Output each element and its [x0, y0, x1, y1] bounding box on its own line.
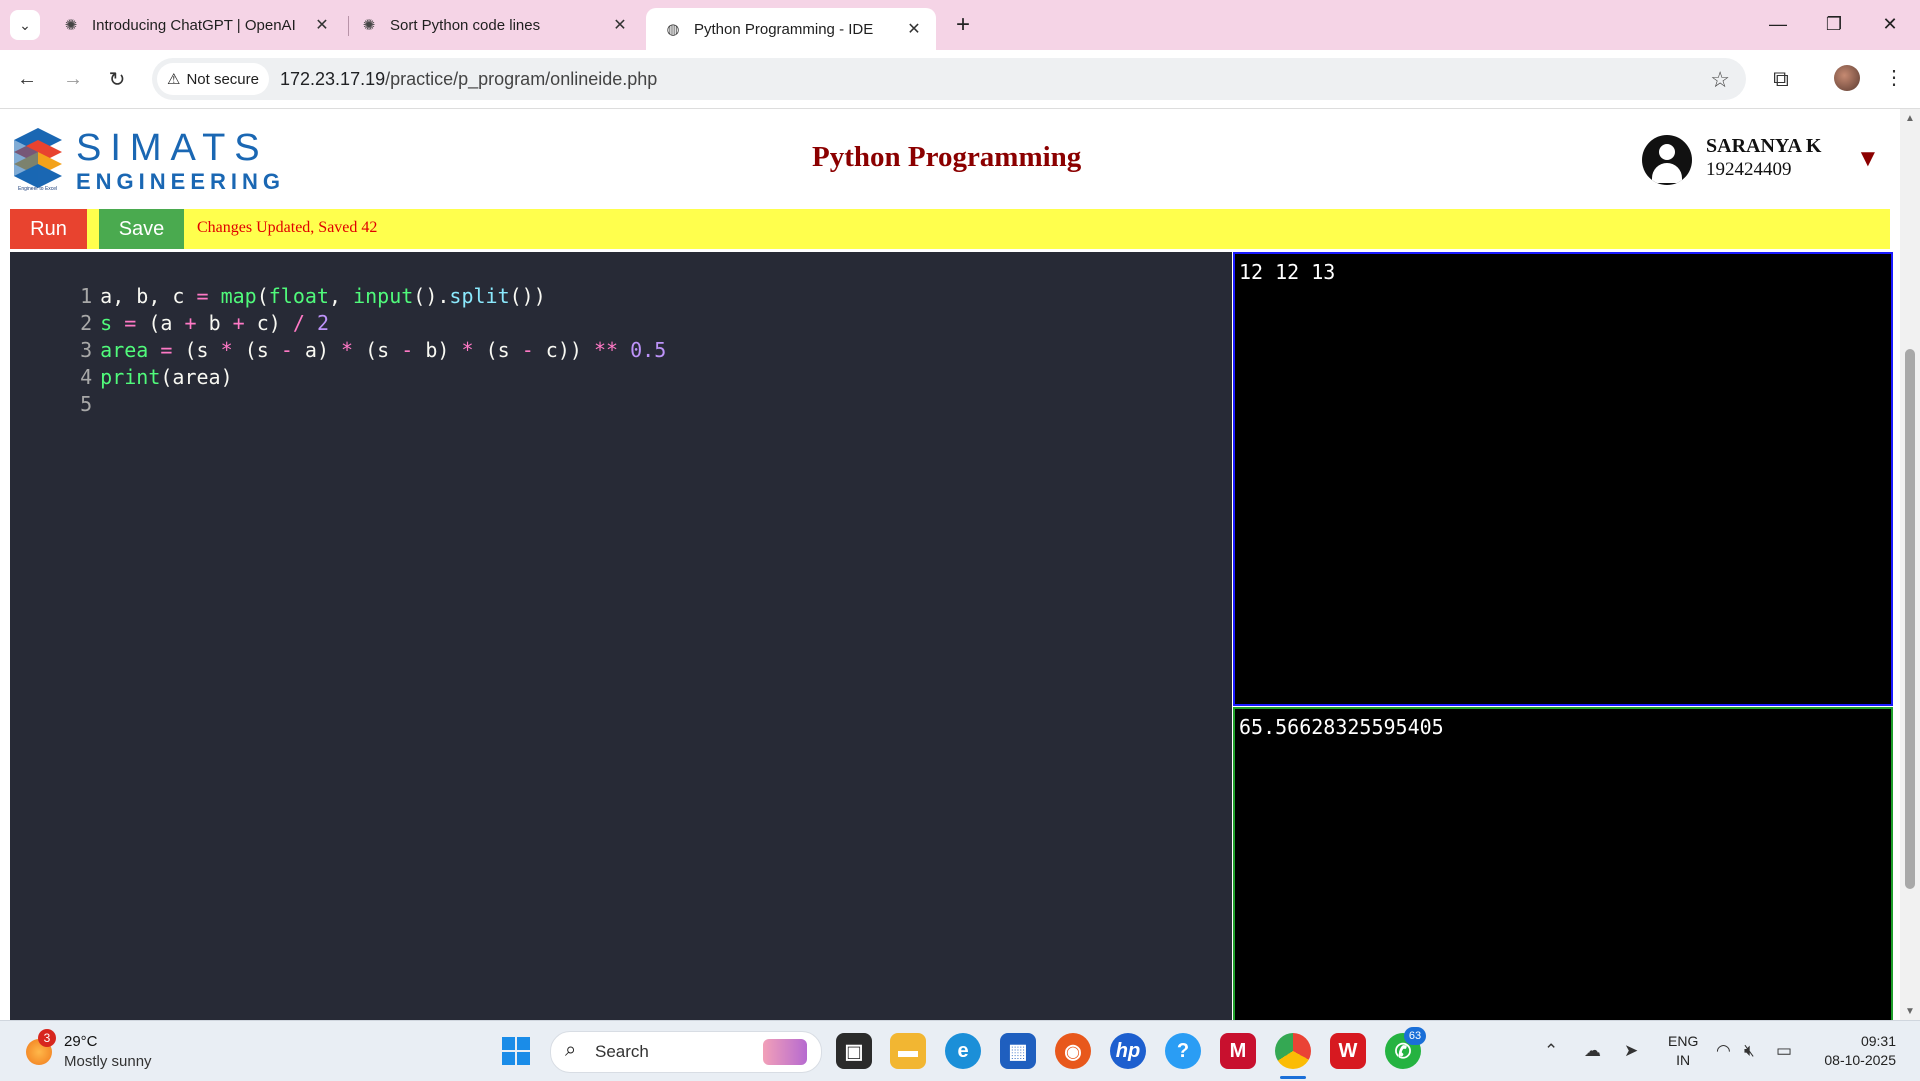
wifi-icon[interactable]: ◠ [1716, 1041, 1731, 1061]
active-app-indicator [1280, 1076, 1306, 1079]
tab-title: Python Programming - IDE [694, 20, 874, 38]
save-button[interactable]: Save [99, 209, 184, 249]
url-text[interactable]: 172.23.17.19/practice/p_program/onlineid… [280, 69, 657, 90]
openai-icon: ✺ [362, 17, 376, 34]
search-icon: ⌕ [565, 1039, 577, 1061]
warning-icon: ⚠ [167, 71, 181, 88]
speaker-muted-icon[interactable]: 🔇︎ [1744, 1041, 1755, 1061]
site-security-chip[interactable]: ⚠ Not secure [157, 63, 269, 95]
more-menu-icon[interactable]: ⋮ [1884, 62, 1904, 92]
search-highlight-image [763, 1039, 807, 1065]
line-number: 5 [80, 392, 93, 416]
stdin-input-area[interactable]: 12 12 13 [1233, 252, 1893, 706]
system-clock[interactable]: 09:31 08-10-2025 [1820, 1032, 1896, 1070]
address-bar[interactable]: ⚠ Not secure 172.23.17.19/practice/p_pro… [152, 58, 1746, 100]
url-path: /practice/p_program/onlineide.php [385, 69, 658, 89]
weather-condition[interactable]: Mostly sunny [64, 1053, 152, 1070]
scroll-up-arrow-icon[interactable]: ▲ [1905, 113, 1915, 124]
globe-icon: ◍ [666, 21, 680, 38]
minimize-icon[interactable]: — [1758, 8, 1798, 40]
program-output-area: 65.56628325595405 [1233, 707, 1893, 1031]
output-text: 65.56628325595405 [1239, 715, 1444, 739]
security-label: Not secure [186, 70, 259, 88]
tab-title: Introducing ChatGPT | OpenAI [92, 16, 296, 34]
save-status-message: Changes Updated, Saved 42 [197, 219, 378, 236]
restore-icon[interactable]: ❐ [1814, 8, 1854, 40]
url-host: 172.23.17.19 [280, 69, 386, 89]
chevron-down-icon: ⌄ [19, 16, 31, 33]
search-placeholder: Search [595, 1042, 649, 1061]
clock-date: 08-10-2025 [1824, 1052, 1896, 1068]
page-scrollbar[interactable]: ▲ ▼ [1900, 109, 1920, 1021]
code-line: 4 print(area) [10, 337, 233, 389]
clock-time: 09:31 [1860, 1033, 1896, 1049]
tab-search-button[interactable]: ⌄ [10, 10, 40, 40]
user-avatar-icon[interactable] [1642, 135, 1692, 185]
tab-chatgpt[interactable]: ✺ Introducing ChatGPT | OpenAI ✕ [44, 6, 344, 44]
tab-sort-python[interactable]: ✺ Sort Python code lines ✕ [342, 6, 642, 44]
browser-toolbar: ← → ↻ ⚠ Not secure 172.23.17.19/practice… [0, 50, 1920, 109]
location-icon[interactable]: ➤ [1624, 1041, 1638, 1061]
scroll-down-arrow-icon[interactable]: ▼ [1905, 1006, 1915, 1017]
show-hidden-icons-chevron-icon[interactable]: ⌃ [1544, 1041, 1558, 1061]
region-code: IN [1676, 1052, 1691, 1068]
browser-tab-bar: ⌄ ✺ Introducing ChatGPT | OpenAI ✕ ✺ Sor… [0, 0, 1920, 50]
windows-start-icon[interactable] [502, 1037, 530, 1065]
ide-toolbar: Run Save Changes Updated, Saved 42 [10, 209, 1890, 249]
page-header: SIMATS ENGINEERING Engineer to Excel Pyt… [0, 109, 1900, 208]
onedrive-cloud-icon[interactable]: ☁ [1584, 1041, 1601, 1061]
microsoft-store-icon[interactable]: ▦ [1000, 1033, 1036, 1069]
battery-icon[interactable]: ▭ [1776, 1041, 1792, 1061]
code-line: 1 a, b, c = map(float, input().split()) [10, 256, 546, 308]
hp-icon[interactable]: hp [1110, 1033, 1146, 1069]
bookmark-star-icon[interactable]: ☆ [1710, 67, 1730, 93]
forward-arrow-icon[interactable]: → [58, 64, 88, 94]
new-tab-button[interactable]: + [948, 10, 978, 40]
logo-text: SIMATS [76, 127, 269, 169]
task-view-icon[interactable]: ▣ [836, 1033, 872, 1069]
code-line: 3 area = (s * (s - a) * (s - b) * (s - c)… [10, 310, 666, 362]
run-button[interactable]: Run [10, 209, 87, 249]
user-name: SARANYA K [1706, 135, 1822, 157]
help-icon[interactable]: ? [1165, 1033, 1201, 1069]
code-editor[interactable]: 1 a, b, c = map(float, input().split()) 2… [10, 252, 1232, 1020]
close-icon[interactable]: ✕ [310, 13, 334, 37]
logo-subtext: ENGINEERING [76, 169, 286, 194]
language-indicator[interactable]: ENG IN [1668, 1032, 1698, 1070]
openai-icon: ✺ [64, 17, 78, 34]
back-arrow-icon[interactable]: ← [12, 64, 42, 94]
profile-avatar[interactable] [1834, 65, 1860, 91]
stdin-text: 12 12 13 [1239, 260, 1336, 284]
tab-python-ide[interactable]: ◍ Python Programming - IDE ✕ [646, 8, 936, 50]
close-window-icon[interactable]: ✕ [1870, 8, 1910, 40]
tab-title: Sort Python code lines [390, 16, 541, 34]
language-code: ENG [1668, 1033, 1699, 1049]
firefox-icon[interactable]: ◉ [1055, 1033, 1091, 1069]
wps-office-icon[interactable]: W [1330, 1033, 1366, 1069]
simats-logo-icon [14, 128, 62, 188]
close-icon[interactable]: ✕ [902, 17, 926, 41]
page-title: Python Programming [812, 141, 1082, 173]
taskbar-search-box[interactable]: ⌕ Search [550, 1031, 822, 1073]
windows-taskbar: 3 29°C Mostly sunny ⌕ Search ▣ ▬ e ▦ ◉ h… [0, 1020, 1920, 1081]
file-explorer-icon[interactable]: ▬ [890, 1033, 926, 1069]
logo-tagline: Engineer to Excel [18, 186, 58, 192]
reload-icon[interactable]: ↻ [102, 64, 132, 94]
user-menu-caret-icon[interactable]: ▼ [1856, 145, 1880, 173]
user-id: 192424409 [1706, 159, 1792, 180]
code-line: 2s = (a + b + c) / 2 [10, 283, 329, 335]
weather-temperature[interactable]: 29°C [64, 1033, 98, 1050]
close-icon[interactable]: ✕ [608, 13, 632, 37]
mcafee-icon[interactable]: M [1220, 1033, 1256, 1069]
edge-browser-icon[interactable]: e [945, 1033, 981, 1069]
whatsapp-unread-badge: 63 [1404, 1027, 1426, 1045]
weather-alert-badge: 3 [38, 1029, 56, 1047]
extensions-puzzle-icon[interactable]: ⧉ [1766, 64, 1796, 94]
scrollbar-thumb[interactable] [1905, 349, 1915, 889]
chrome-icon[interactable] [1275, 1033, 1311, 1069]
code-line: 5 [10, 364, 100, 416]
